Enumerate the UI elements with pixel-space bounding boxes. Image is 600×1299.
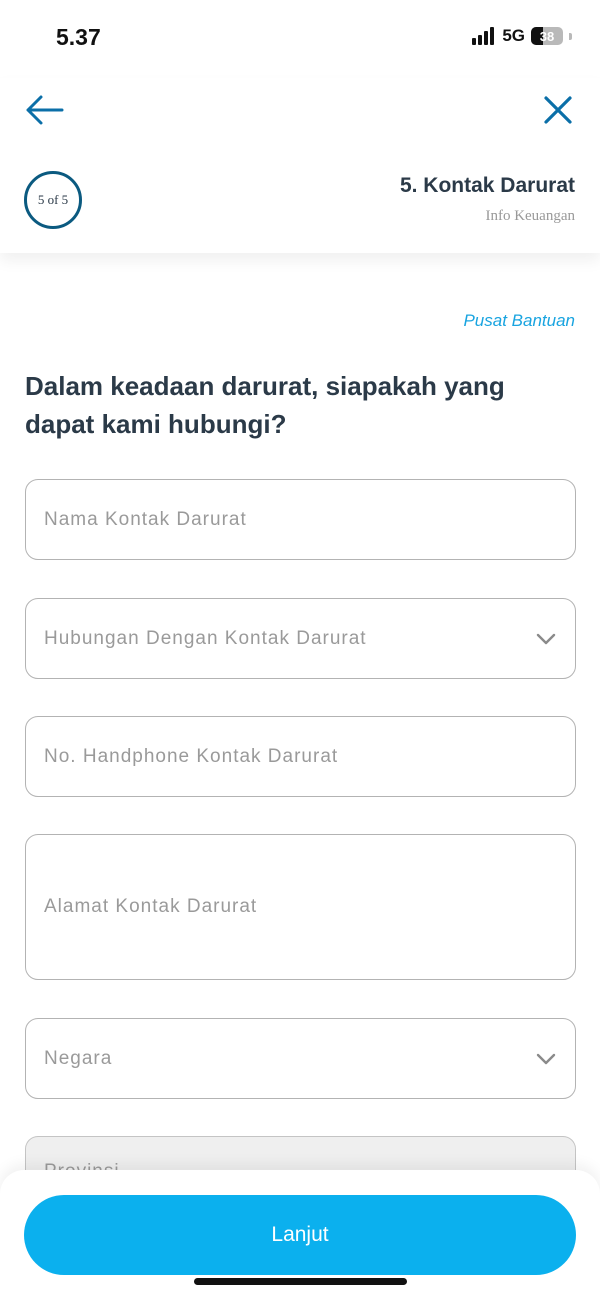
page-question: Dalam keadaan darurat, siapakah yang dap… bbox=[25, 371, 505, 439]
help-center-link[interactable]: Pusat Bantuan bbox=[463, 311, 575, 331]
status-time: 5.37 bbox=[56, 24, 101, 50]
relationship-placeholder: Hubungan Dengan Kontak Darurat bbox=[44, 627, 367, 649]
battery-level: 38 bbox=[539, 28, 555, 44]
country-placeholder: Negara bbox=[44, 1047, 113, 1069]
relationship-select[interactable]: Hubungan Dengan Kontak Darurat bbox=[25, 598, 576, 679]
network-label: 5G bbox=[502, 26, 525, 45]
step-header: 5 of 5 5. Kontak Darurat Info Keuangan bbox=[0, 78, 600, 253]
emergency-name-placeholder: Nama Kontak Darurat bbox=[44, 508, 247, 530]
step-subtitle: Info Keuangan bbox=[485, 208, 575, 224]
arrow-left-icon bbox=[26, 95, 64, 125]
chevron-down-icon bbox=[535, 628, 557, 650]
step-title: 5. Kontak Darurat bbox=[399, 174, 575, 197]
back-button[interactable] bbox=[22, 90, 66, 130]
emergency-phone-field[interactable]: No. Handphone Kontak Darurat bbox=[25, 716, 576, 797]
emergency-name-field[interactable]: Nama Kontak Darurat bbox=[25, 479, 576, 560]
battery-icon: 38 bbox=[531, 27, 563, 45]
close-button[interactable] bbox=[536, 90, 580, 130]
emergency-phone-placeholder: No. Handphone Kontak Darurat bbox=[44, 745, 339, 767]
emergency-address-placeholder: Alamat Kontak Darurat bbox=[44, 896, 258, 917]
status-indicators: 5G 38 bbox=[472, 26, 572, 46]
chevron-down-icon bbox=[535, 1048, 557, 1070]
close-icon bbox=[544, 96, 572, 124]
status-bar: 5.37 5G 38 bbox=[0, 0, 600, 78]
country-select[interactable]: Negara bbox=[25, 1018, 576, 1099]
emergency-address-field[interactable]: Alamat Kontak Darurat bbox=[25, 834, 576, 980]
step-progress-indicator: 5 of 5 bbox=[24, 171, 82, 229]
signal-icon bbox=[472, 27, 495, 45]
next-button[interactable]: Lanjut bbox=[24, 1195, 576, 1275]
battery-cap bbox=[569, 32, 572, 40]
home-indicator bbox=[194, 1278, 407, 1285]
